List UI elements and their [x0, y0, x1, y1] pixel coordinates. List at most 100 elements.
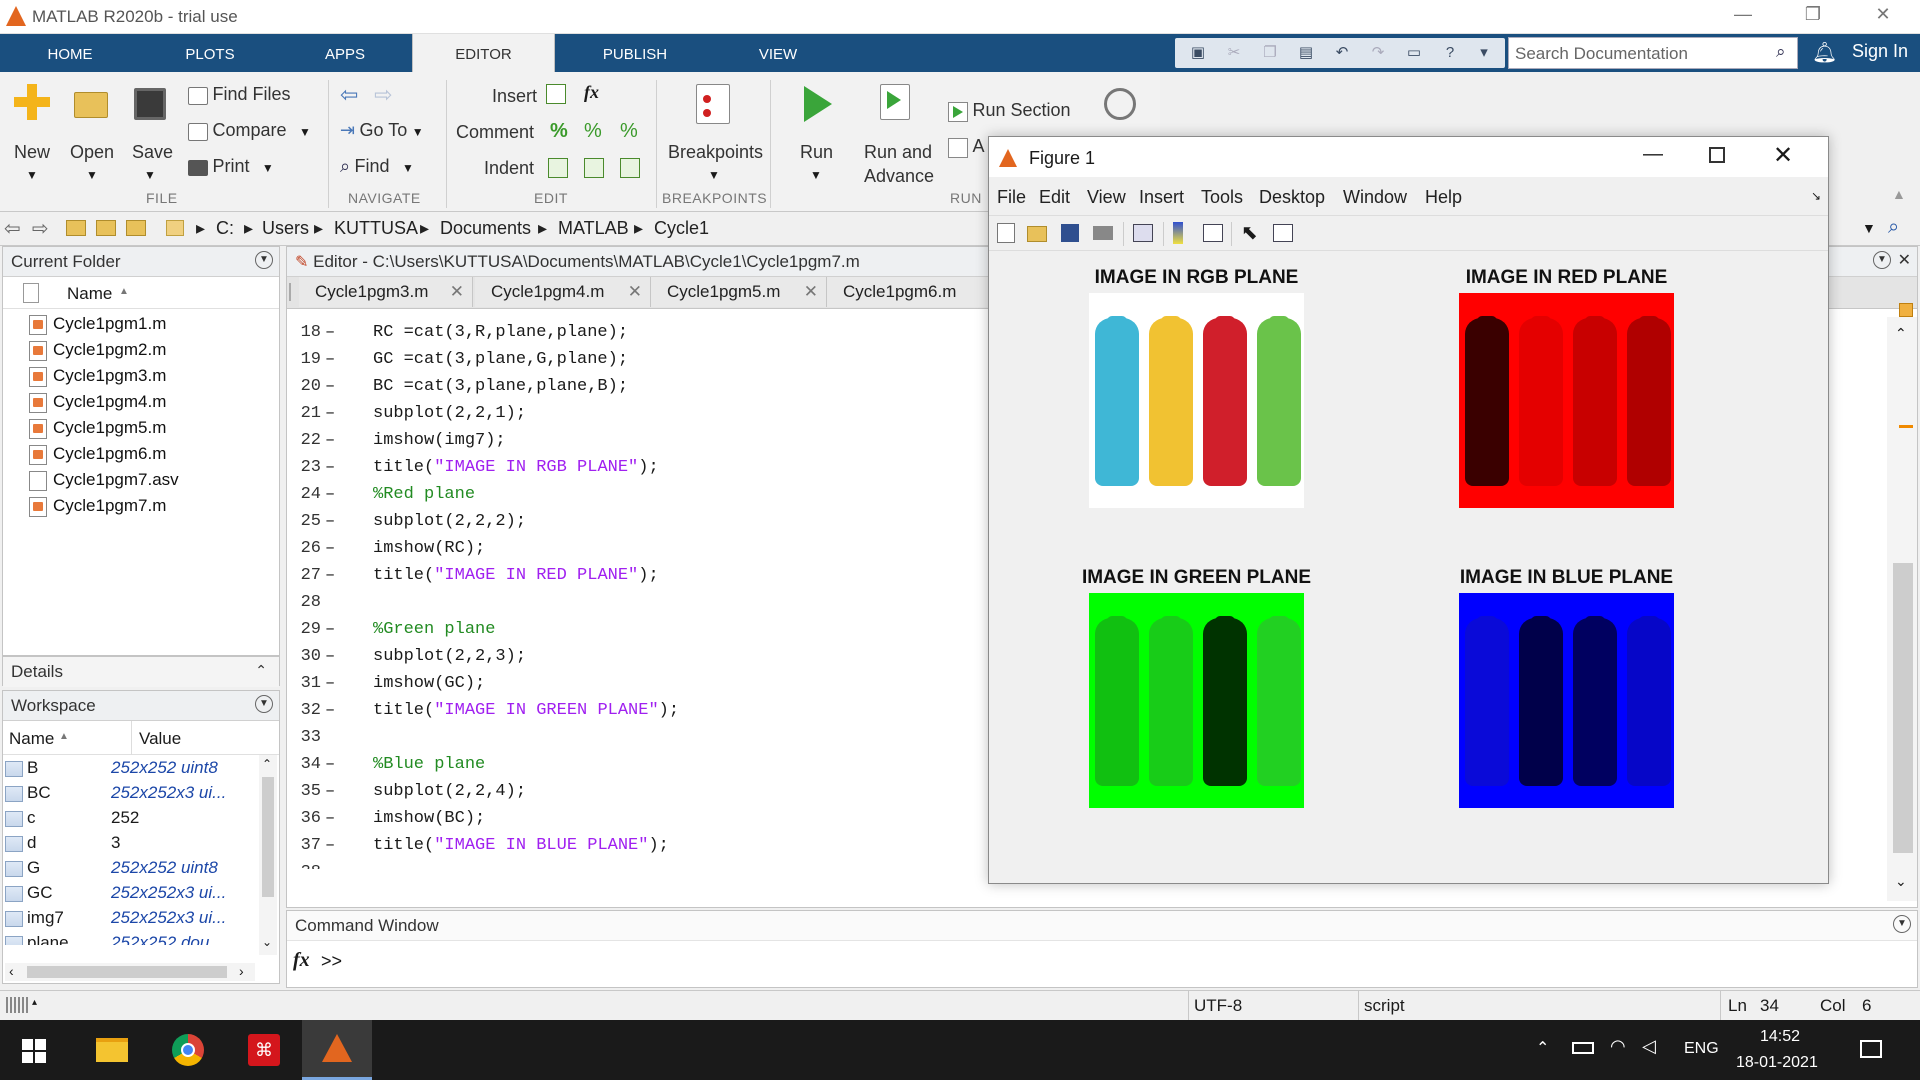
- horizontal-scrollbar[interactable]: ‹ ›: [5, 963, 255, 981]
- subplot[interactable]: IMAGE IN RGB PLANE: [1049, 267, 1344, 508]
- scroll-up-icon[interactable]: ⌃: [262, 757, 272, 771]
- name-column-header[interactable]: Name: [67, 284, 112, 304]
- workspace-variable-row[interactable]: BC 252x252x3 ui...: [5, 780, 279, 805]
- breakpoint-marker[interactable]: –: [325, 535, 335, 562]
- forward-arrow-icon[interactable]: ⇨: [32, 216, 49, 241]
- switch-windows-icon[interactable]: ▭: [1405, 44, 1423, 62]
- code-analyzer-indicator[interactable]: [1899, 303, 1913, 317]
- scroll-thumb[interactable]: [1893, 563, 1913, 853]
- subplot[interactable]: IMAGE IN RED PLANE: [1419, 267, 1714, 508]
- breakpoint-marker[interactable]: –: [325, 319, 335, 346]
- undo-icon[interactable]: ↶: [1333, 44, 1351, 62]
- file-explorer-icon[interactable]: [96, 1038, 128, 1062]
- clock-time[interactable]: 14:52: [1760, 1028, 1800, 1046]
- breakpoint-marker[interactable]: –: [325, 805, 335, 832]
- find-button[interactable]: ⌕ Find ▼: [340, 156, 440, 182]
- subplot-image[interactable]: [1089, 293, 1304, 508]
- redo-icon[interactable]: ↷: [1369, 44, 1387, 62]
- editor-tab[interactable]: Cycle1pgm6.m: [827, 277, 1003, 307]
- workspace-variable-row[interactable]: G 252x252 uint8: [5, 855, 279, 880]
- search-documentation-input[interactable]: Search Documentation: [1508, 37, 1798, 69]
- collapse-ribbon-icon[interactable]: ▲: [1892, 186, 1906, 202]
- close-editor-icon[interactable]: ✕: [1898, 250, 1911, 270]
- figure-menu-desktop[interactable]: Desktop: [1259, 187, 1325, 208]
- breakpoint-marker[interactable]: –: [325, 562, 335, 589]
- panel-menu-icon[interactable]: ▼: [255, 251, 273, 269]
- tab-apps[interactable]: APPS: [275, 34, 415, 72]
- breakpoint-marker[interactable]: –: [325, 778, 335, 805]
- subplot[interactable]: IMAGE IN BLUE PLANE: [1419, 567, 1714, 808]
- language-indicator[interactable]: ENG: [1684, 1040, 1719, 1058]
- notification-bell-icon[interactable]: 🔔︎: [1812, 40, 1837, 65]
- insert-icon[interactable]: [546, 84, 566, 104]
- file-list-item[interactable]: Cycle1pgm5.m: [29, 415, 279, 441]
- battery-icon[interactable]: [1572, 1042, 1594, 1054]
- wrap-comment-icon[interactable]: %: [620, 120, 638, 143]
- print-figure-icon[interactable]: [1093, 226, 1113, 240]
- figure-maximize-button[interactable]: [1709, 147, 1725, 163]
- workspace-variable-row[interactable]: img7 252x252x3 ui...: [5, 905, 279, 930]
- panel-menu-icon[interactable]: ▼: [1873, 251, 1891, 269]
- editor-tab[interactable]: Cycle1pgm5.m ✕: [651, 277, 827, 307]
- restore-button[interactable]: ❐: [1790, 4, 1836, 30]
- subplot-image[interactable]: [1459, 593, 1674, 808]
- figure-close-button[interactable]: ✕: [1773, 141, 1793, 170]
- dock-figure-icon[interactable]: ↘: [1811, 189, 1821, 203]
- notifications-icon[interactable]: [1860, 1040, 1882, 1058]
- browse-folder-icon[interactable]: [96, 220, 116, 236]
- copy-icon[interactable]: ❐: [1261, 44, 1279, 62]
- warning-marker[interactable]: [1899, 425, 1913, 428]
- cut-icon[interactable]: ✂: [1225, 44, 1243, 62]
- minimize-button[interactable]: —: [1720, 4, 1766, 30]
- breakpoint-marker[interactable]: –: [325, 832, 335, 859]
- run-button[interactable]: Run ▼: [790, 84, 844, 194]
- link-plot-icon[interactable]: [1133, 224, 1153, 242]
- clock-date[interactable]: 18-01-2021: [1736, 1054, 1818, 1072]
- tab-publish[interactable]: PUBLISH: [565, 34, 705, 72]
- paste-icon[interactable]: ▤: [1297, 44, 1315, 62]
- speaker-icon[interactable]: ◁: [1642, 1036, 1656, 1057]
- history-folder-icon[interactable]: [126, 220, 146, 236]
- workspace-variable-row[interactable]: d3: [5, 830, 279, 855]
- search-icon[interactable]: ⌕: [1776, 42, 1794, 62]
- fx-icon[interactable]: fx: [584, 82, 599, 103]
- back-arrow-icon[interactable]: ⇦: [4, 216, 21, 241]
- breakpoint-marker[interactable]: –: [325, 346, 335, 373]
- run-section-button[interactable]: Run Section: [948, 100, 1088, 126]
- workspace-variable-row[interactable]: GC 252x252x3 ui...: [5, 880, 279, 905]
- breakpoint-marker[interactable]: –: [325, 670, 335, 697]
- acrobat-icon[interactable]: ⌘: [248, 1034, 280, 1066]
- file-list-item[interactable]: Cycle1pgm3.m: [29, 363, 279, 389]
- scroll-right-icon[interactable]: ›: [239, 963, 244, 979]
- figure-menu-edit[interactable]: Edit: [1039, 187, 1070, 208]
- breakpoint-marker[interactable]: –: [325, 481, 335, 508]
- new-button[interactable]: New ▼: [8, 84, 58, 194]
- legend-icon[interactable]: [1203, 224, 1223, 242]
- uncomment-icon[interactable]: %: [584, 120, 602, 143]
- workspace-variable-row[interactable]: plane 252x252 dou...: [5, 930, 279, 945]
- file-list-item[interactable]: Cycle1pgm1.m: [29, 311, 279, 337]
- wifi-icon[interactable]: ◠: [1610, 1036, 1626, 1057]
- ws-value-column-header[interactable]: Value: [139, 729, 181, 749]
- details-header[interactable]: Details ⌃: [3, 657, 279, 687]
- vertical-scrollbar[interactable]: ⌃ ⌄: [259, 755, 277, 955]
- breadcrumb-kuttusa[interactable]: KUTTUSA: [334, 218, 418, 239]
- forward-arrow-icon[interactable]: ⇨: [374, 82, 392, 108]
- scroll-left-icon[interactable]: ‹: [9, 963, 14, 979]
- file-list-item[interactable]: Cycle1pgm7.asv: [29, 467, 279, 493]
- subplot-image[interactable]: [1089, 593, 1304, 808]
- up-folder-icon[interactable]: [66, 220, 86, 236]
- breakpoint-marker[interactable]: –: [325, 400, 335, 427]
- breadcrumb-users[interactable]: Users: [262, 218, 309, 239]
- figure-menu-help[interactable]: Help: [1425, 187, 1462, 208]
- close-tab-icon[interactable]: ✕: [450, 277, 464, 307]
- save-figure-icon[interactable]: [1061, 224, 1079, 242]
- breadcrumb-documents[interactable]: Documents: [440, 218, 531, 239]
- subplot-image[interactable]: [1459, 293, 1674, 508]
- run-and-time-icon[interactable]: [1104, 88, 1136, 120]
- chevron-down-icon[interactable]: ▾: [1475, 44, 1493, 62]
- command-input[interactable]: fx >>: [287, 941, 1917, 985]
- scroll-down-icon[interactable]: ⌄: [262, 935, 272, 949]
- tab-scroll-left[interactable]: [289, 283, 295, 301]
- breadcrumb-matlab[interactable]: MATLAB: [558, 218, 629, 239]
